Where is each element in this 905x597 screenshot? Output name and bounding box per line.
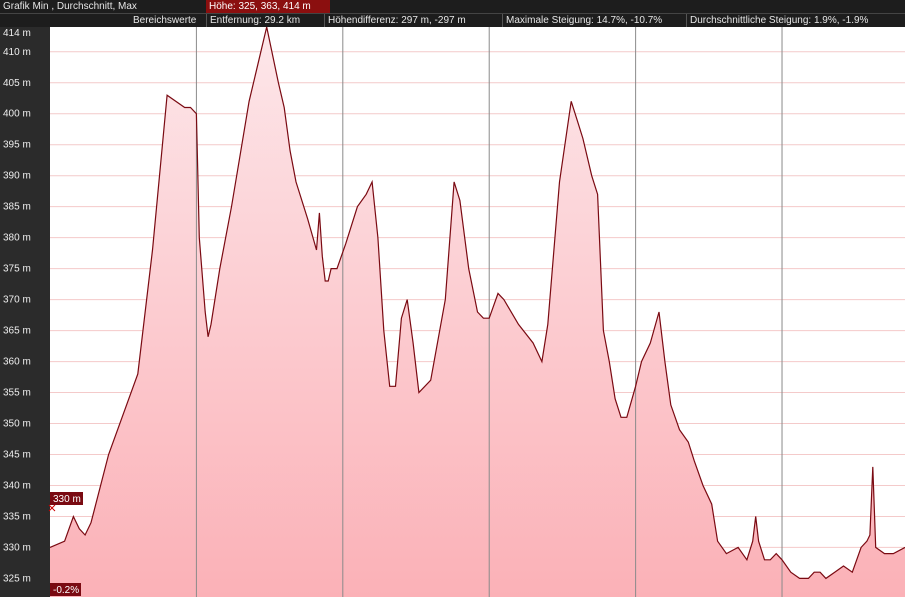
header-row-2: Bereichswerte Entfernung: 29.2 km Höhend… — [0, 13, 905, 27]
hoehe-badge: Höhe: 325, 363, 414 m — [206, 0, 330, 13]
y-tick-label: 330 m — [3, 542, 31, 553]
cursor-slope-badge: -0.2% — [50, 583, 81, 596]
y-tick-label: 360 m — [3, 357, 31, 368]
y-tick-label: 405 m — [3, 78, 31, 89]
y-tick-label: 350 m — [3, 419, 31, 430]
distance-label: Entfernung: 29.2 km — [206, 14, 324, 27]
cursor-value-text: 330 m — [53, 494, 81, 505]
elevation-diff-label: Höhendifferenz: 297 m, -297 m — [324, 14, 502, 27]
y-tick-label: 325 m — [3, 573, 31, 584]
cursor-slope-text: -0.2% — [53, 585, 79, 596]
y-tick-label: 385 m — [3, 202, 31, 213]
cursor-value-badge: 330 m — [50, 492, 83, 505]
elevation-chart[interactable]: 414 m 410 m 405 m 400 m 395 m 390 m 385 m 380 m… — [0, 27, 905, 597]
y-tick-label: 414 m — [3, 28, 31, 39]
y-tick-label: 340 m — [3, 480, 31, 491]
y-tick-label: 380 m — [3, 233, 31, 244]
max-slope-label: Maximale Steigung: 14.7%, -10.7% — [502, 14, 686, 27]
graph-label: Grafik Min , Durchschnitt, Max — [3, 1, 137, 12]
range-label: Bereichswerte — [133, 15, 197, 26]
y-tick-label: 390 m — [3, 171, 31, 182]
y-tick-label: 410 m — [3, 47, 31, 58]
y-axis-labels: 414 m 410 m 405 m 400 m 395 m 390 m 385 m 380 m… — [3, 28, 31, 584]
y-tick-label: 355 m — [3, 388, 31, 399]
y-tick-label: 345 m — [3, 450, 31, 461]
y-tick-label: 365 m — [3, 326, 31, 337]
y-tick-label: 395 m — [3, 140, 31, 151]
avg-slope-label: Durchschnittliche Steigung: 1.9%, -1.9% — [686, 14, 905, 27]
y-tick-label: 375 m — [3, 264, 31, 275]
y-tick-label: 370 m — [3, 295, 31, 306]
y-tick-label: 335 m — [3, 511, 31, 522]
y-tick-label: 400 m — [3, 109, 31, 120]
header-row-1: Grafik Min , Durchschnitt, Max Höhe: 325… — [0, 0, 905, 13]
